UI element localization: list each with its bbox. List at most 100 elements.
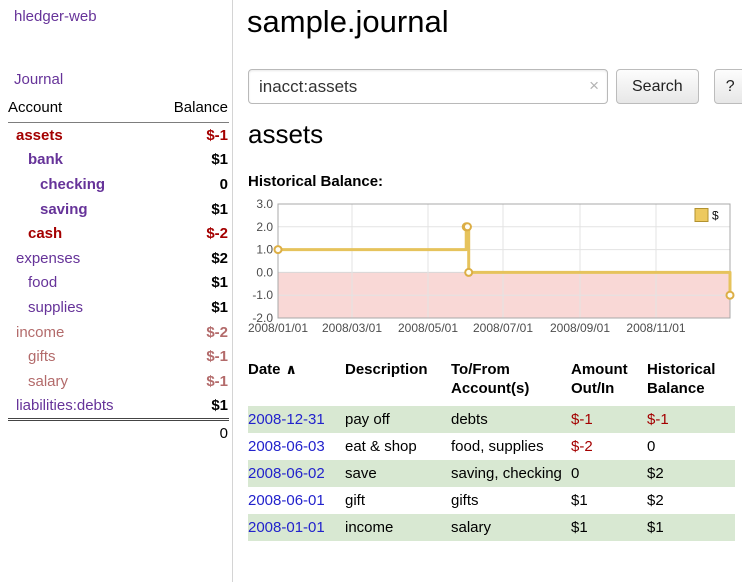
transaction-balance: $2 [647,460,735,487]
chart-legend: $ [691,206,728,224]
transaction-amount: $1 [571,487,647,514]
transaction-balance: $-1 [647,406,735,433]
y-tick-label: -1.0 [252,288,273,302]
account-row-expenses: expenses $2 [8,246,229,271]
transaction-accounts: food, supplies [451,433,571,460]
transaction-description: eat & shop [345,433,451,460]
transaction-date-link[interactable]: 2008-06-03 [248,438,325,455]
account-balance: $1 [211,201,229,218]
legend-label: $ [712,209,719,223]
sidebar-divider [232,0,233,582]
account-link-supplies[interactable]: supplies [8,299,83,316]
accounts-table-header: Account Balance [8,99,229,123]
account-balance: $-1 [206,127,229,144]
chart-x-axis-labels: 2008/01/01 2008/03/01 2008/05/01 2008/07… [248,321,686,335]
account-row-bank: bank $1 [8,148,229,173]
account-link-bank[interactable]: bank [8,151,63,168]
search-box: × [248,69,608,104]
account-balance: $-1 [206,373,229,390]
register-table: Date∧ Description To/From Account(s) Amo… [248,356,735,541]
account-link-expenses[interactable]: expenses [8,250,80,267]
account-balance: $1 [211,299,229,316]
accounts-total-value: 0 [220,425,228,442]
x-tick-label: 2008/05/01 [398,321,458,335]
register-row: 2008-06-03 eat & shop food, supplies $-2… [248,433,735,460]
account-link-cash[interactable]: cash [8,225,62,242]
clear-search-icon[interactable]: × [589,76,599,96]
transaction-amount: $-1 [571,406,647,433]
search-button[interactable]: Search [616,69,699,104]
register-header-amount: Amount Out/In [571,356,647,406]
account-balance: $1 [211,397,229,414]
account-row-income: income $-2 [8,320,229,345]
search-bar: × Search ? [248,69,742,104]
account-balance: $-2 [206,225,229,242]
transaction-date-link[interactable]: 2008-06-01 [248,492,325,509]
transaction-accounts: salary [451,514,571,541]
account-balance: $2 [211,250,229,267]
accounts-total-row: 0 [8,418,229,442]
x-tick-label: 2008/03/01 [322,321,382,335]
transaction-accounts: debts [451,406,571,433]
page-title: sample.journal [247,0,449,44]
account-link-assets[interactable]: assets [8,127,63,144]
accounts-table: Account Balance assets $-1 bank $1 check… [8,99,229,442]
register-row: 2008-06-02 save saving, checking 0 $2 [248,460,735,487]
register-header-date[interactable]: Date ∧ [248,356,345,406]
account-link-salary[interactable]: salary [8,373,68,390]
transaction-description: pay off [345,406,451,433]
transaction-balance: 0 [647,433,735,460]
account-link-income[interactable]: income [8,324,64,341]
transaction-description: income [345,514,451,541]
x-tick-label: 2008/11/01 [626,321,685,335]
register-header-description: Description [345,356,451,406]
transaction-balance: $1 [647,514,735,541]
register-row: 2008-01-01 income salary $1 $1 [248,514,735,541]
transaction-balance: $2 [647,487,735,514]
account-balance: $1 [211,274,229,291]
transaction-amount: 0 [571,460,647,487]
x-tick-label: 2008/01/01 [248,321,308,335]
transaction-date-link[interactable]: 2008-01-01 [248,519,325,536]
transaction-accounts: saving, checking [451,460,571,487]
y-tick-label: 2.0 [256,220,273,234]
account-row-checking: checking 0 [8,172,229,197]
transaction-description: gift [345,487,451,514]
x-tick-label: 2008/07/01 [473,321,533,335]
account-link-saving[interactable]: saving [8,201,88,218]
transaction-date-link[interactable]: 2008-12-31 [248,411,325,428]
account-balance: 0 [220,176,229,193]
chart-y-axis-labels: 3.0 2.0 1.0 0.0 -1.0 -2.0 [252,197,273,325]
account-balance: $-1 [206,348,229,365]
sidebar-item-journal[interactable]: Journal [14,71,63,88]
account-heading: assets [248,116,323,152]
help-button[interactable]: ? [714,69,742,104]
register-header-row: Date∧ Description To/From Account(s) Amo… [248,356,735,406]
legend-swatch-icon [695,209,708,222]
transaction-description: save [345,460,451,487]
y-tick-label: 3.0 [256,197,273,211]
date-header-label: Date [248,361,281,378]
account-row-food: food $1 [8,271,229,296]
account-row-liabilities-debts: liabilities:debts $1 [8,394,229,419]
account-link-checking[interactable]: checking [8,176,105,193]
transaction-accounts: gifts [451,487,571,514]
search-input[interactable] [248,69,608,104]
register-header-balance: Historical Balance [647,356,735,406]
account-balance: $1 [211,151,229,168]
account-link-food[interactable]: food [8,274,57,291]
register-row: 2008-06-01 gift gifts $1 $2 [248,487,735,514]
sort-ascending-icon: ∧ [286,361,297,377]
account-row-gifts: gifts $-1 [8,344,229,369]
accounts-col-balance: Balance [174,99,228,116]
account-row-assets: assets $-1 [8,123,229,148]
account-row-cash: cash $-2 [8,221,229,246]
chart-heading: Historical Balance: [248,173,383,190]
balance-chart: 3.0 2.0 1.0 0.0 -1.0 -2.0 2008/01/01 200… [248,198,735,340]
account-link-gifts[interactable]: gifts [8,348,56,365]
account-row-supplies: supplies $1 [8,295,229,320]
transaction-date-link[interactable]: 2008-06-02 [248,465,325,482]
account-link-liabilities-debts[interactable]: liabilities:debts [8,397,114,414]
app-title-link[interactable]: hledger-web [14,8,97,25]
accounts-col-account: Account [8,99,62,116]
